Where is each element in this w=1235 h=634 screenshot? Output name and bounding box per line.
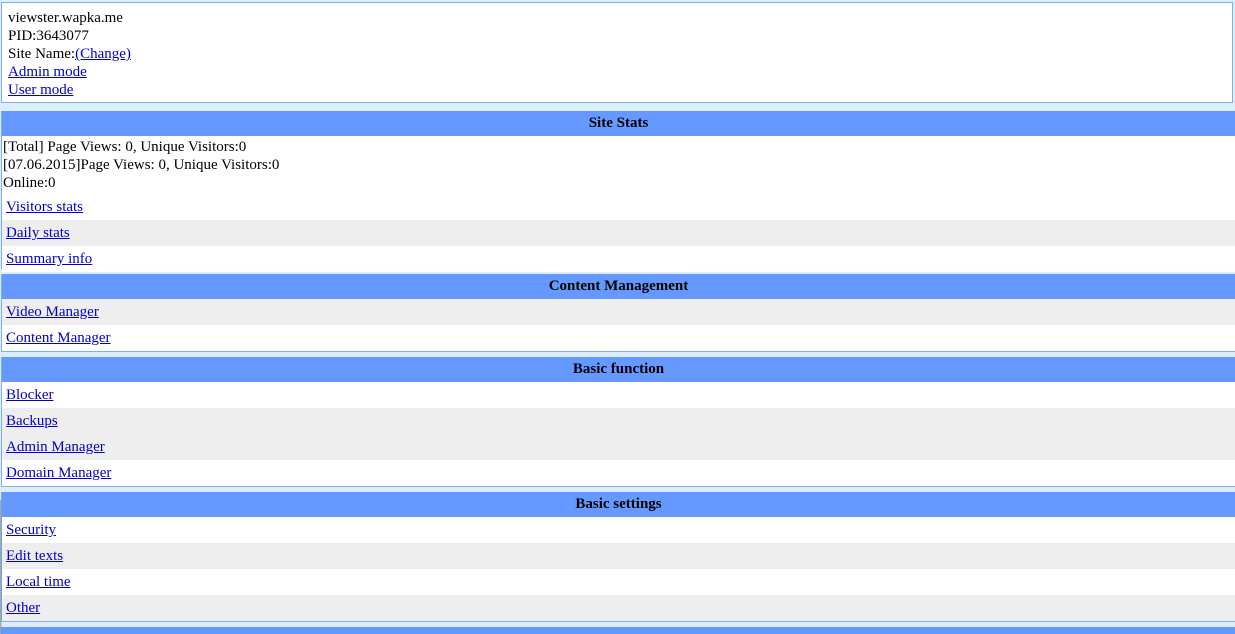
other-link[interactable]: Other — [6, 600, 40, 616]
daily-stats-link[interactable]: Daily stats — [6, 225, 70, 241]
list-item-blocker: Blocker — [2, 382, 1235, 408]
visitors-stats-link[interactable]: Visitors stats — [6, 199, 83, 215]
security-link[interactable]: Security — [6, 522, 56, 538]
edit-texts-link[interactable]: Edit texts — [6, 548, 63, 564]
list-item-content-manager: Content Manager — [2, 325, 1235, 351]
list-item-admin-manager: Admin Manager — [2, 434, 1235, 460]
site-stats-section: Site Stats [Total] Page Views: 0, Unique… — [1, 111, 1235, 272]
local-time-link[interactable]: Local time — [6, 574, 71, 590]
online-stats-line: Online:0 — [3, 175, 56, 191]
list-item-summary-info: Summary info — [2, 246, 1235, 272]
admin-mode-link[interactable]: Admin mode — [8, 64, 87, 80]
content-management-section: Content Management Video Manager Content… — [1, 274, 1235, 352]
site-name-label: Site Name: — [8, 46, 76, 62]
site-stats-summary: [Total] Page Views: 0, Unique Visitors:0… — [2, 136, 1235, 194]
user-mode-line: User mode — [8, 81, 1232, 99]
list-item-daily-stats: Daily stats — [2, 220, 1235, 246]
basic-settings-header: Basic settings — [2, 492, 1235, 517]
window-edge-shadow — [0, 500, 2, 634]
content-manager-link[interactable]: Content Manager — [6, 330, 111, 346]
list-item-backups: Backups — [2, 408, 1235, 434]
site-stats-header: Site Stats — [2, 111, 1235, 136]
daily-stats-line: [07.06.2015]Page Views: 0, Unique Visito… — [3, 157, 280, 173]
domain-manager-link[interactable]: Domain Manager — [6, 465, 111, 481]
site-name-line: Site Name:(Change) — [8, 45, 1232, 63]
basic-settings-section: Basic settings Security Edit texts Local… — [1, 492, 1235, 622]
blocker-link[interactable]: Blocker — [6, 387, 53, 403]
list-item-other: Other — [2, 595, 1235, 621]
site-pid: PID:3643077 — [8, 28, 89, 44]
site-info-box: viewster.wapka.me PID:3643077 Site Name:… — [1, 2, 1233, 103]
list-item-domain-manager: Domain Manager — [2, 460, 1235, 486]
site-name-change-link[interactable]: (Change) — [75, 46, 131, 62]
admin-manager-link[interactable]: Admin Manager — [6, 439, 105, 455]
video-manager-link[interactable]: Video Manager — [6, 304, 99, 320]
next-section-header-edge — [1, 627, 1235, 634]
content-management-header: Content Management — [2, 274, 1235, 299]
list-item-video-manager: Video Manager — [2, 299, 1235, 325]
summary-info-link[interactable]: Summary info — [6, 251, 92, 267]
basic-function-header: Basic function — [2, 357, 1235, 382]
list-item-local-time: Local time — [2, 569, 1235, 595]
user-mode-link[interactable]: User mode — [8, 82, 73, 98]
backups-link[interactable]: Backups — [6, 413, 58, 429]
basic-function-section: Basic function Blocker Backups Admin Man… — [1, 357, 1235, 487]
list-item-security: Security — [2, 517, 1235, 543]
page: viewster.wapka.me PID:3643077 Site Name:… — [0, 0, 1235, 634]
site-domain: viewster.wapka.me — [8, 10, 123, 26]
list-item-edit-texts: Edit texts — [2, 543, 1235, 569]
admin-mode-line: Admin mode — [8, 63, 1232, 81]
total-stats-line: [Total] Page Views: 0, Unique Visitors:0 — [3, 139, 247, 155]
list-item-visitors-stats: Visitors stats — [2, 194, 1235, 220]
